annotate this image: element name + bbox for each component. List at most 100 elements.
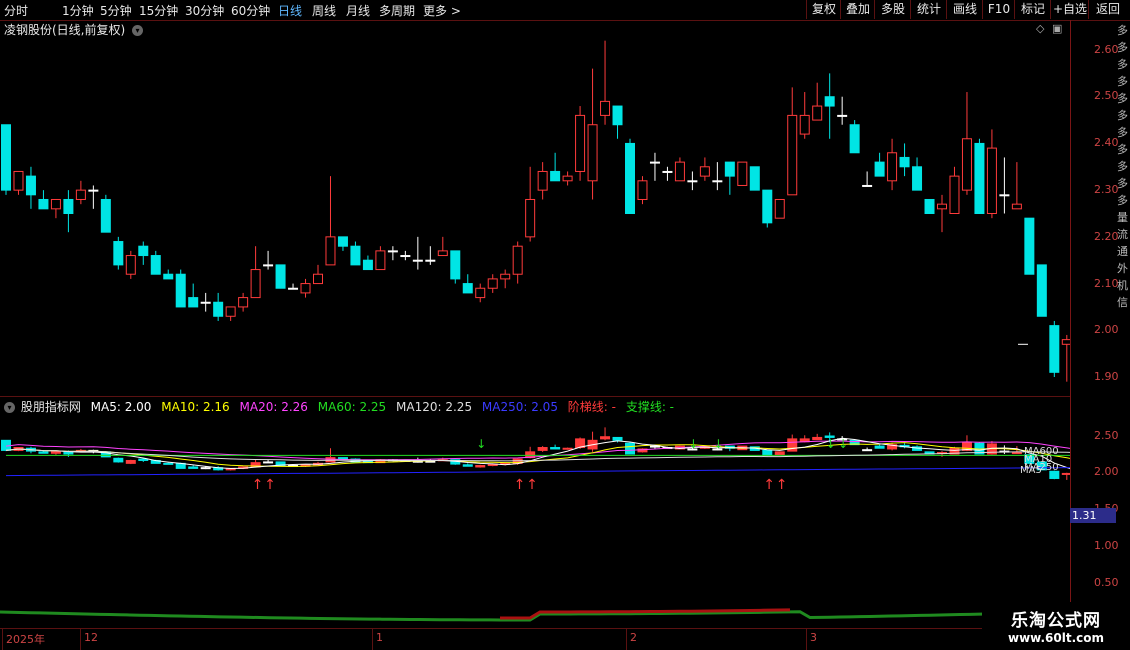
candle-body <box>899 156 910 168</box>
candle-body <box>537 170 548 191</box>
ma20-value: MA20: 2.26 <box>239 400 308 414</box>
mini-candle-body <box>1011 452 1022 455</box>
candle-body <box>712 180 723 183</box>
candle-body <box>325 236 336 266</box>
candle-body <box>362 259 373 271</box>
ma250-line <box>5 467 1070 477</box>
candle-body <box>1011 203 1022 210</box>
candle-body <box>375 250 386 271</box>
price-tick-label: 2.50 <box>1094 89 1119 102</box>
candle-body <box>150 255 161 275</box>
candle-body <box>337 236 348 247</box>
buy-signal-arrow: ↑ <box>514 477 526 493</box>
mini-candle-body <box>337 457 348 460</box>
mini-candle-body <box>812 436 823 441</box>
candle-body <box>687 180 698 183</box>
candle-body <box>487 278 498 289</box>
buy-signal-arrow: ↑ <box>526 477 538 493</box>
side-panel-text: 多多多多多多多多多多多量流通外机信 <box>1117 24 1128 309</box>
x-tick <box>806 628 807 650</box>
ladder-value: 阶梯线: - <box>567 400 616 414</box>
candle-body <box>812 105 823 121</box>
price-tick-label: 2.60 <box>1094 43 1119 56</box>
candle-body <box>437 250 448 257</box>
buy-signal-arrow: ↑ <box>252 477 264 493</box>
price-tick-label: 2.30 <box>1094 183 1119 196</box>
candle-body <box>625 142 635 214</box>
candle-body <box>674 161 685 182</box>
mini-candle-body <box>138 458 149 461</box>
mini-candle-body <box>462 464 473 467</box>
candle-body <box>600 100 611 116</box>
candle-body <box>937 203 947 210</box>
candle-body <box>263 264 274 267</box>
watermark-title: 乐淘公式网 <box>1011 611 1101 631</box>
candle-body <box>550 170 561 182</box>
candle-body <box>188 297 199 308</box>
candle-body <box>512 245 523 275</box>
x-tick-label: 12 <box>84 631 98 644</box>
candle-body <box>387 250 398 253</box>
price-tick-label: 2.10 <box>1094 277 1119 290</box>
watermark-url: www.60lt.com <box>1007 631 1105 645</box>
mini-candle-body <box>200 467 211 470</box>
candle-body <box>213 301 224 317</box>
candle-body <box>837 114 848 117</box>
candle-body <box>350 245 361 266</box>
mini-candle-body <box>612 436 623 441</box>
mini-candle-body <box>625 442 635 455</box>
sell-signal-arrow: ↓ <box>688 437 698 451</box>
candle-body <box>500 273 511 280</box>
candle-body <box>737 161 748 186</box>
candle-body <box>986 147 997 215</box>
x-tick-label: 3 <box>810 631 817 644</box>
mini-candle-body <box>562 447 573 450</box>
candle-body <box>88 189 99 192</box>
candle-body <box>774 198 785 219</box>
candle-body <box>250 269 261 299</box>
candle-body <box>238 297 249 308</box>
candle-body <box>1049 325 1060 373</box>
toolbar-button-8[interactable]: 返回 <box>1088 0 1127 19</box>
candle-body <box>63 198 74 215</box>
mini-candle-body <box>537 447 548 451</box>
mini-candle-body <box>762 449 773 456</box>
x-tick <box>80 628 81 650</box>
ma250-value: MA250: 2.05 <box>481 400 558 414</box>
mini-candle-body <box>425 460 436 463</box>
candle-body <box>912 166 923 191</box>
candle-body <box>662 170 673 173</box>
candle-body <box>649 161 660 164</box>
indicator-tick-label: 0.50 <box>1094 576 1119 589</box>
sell-signal-arrow: ↓ <box>713 437 723 451</box>
candle-body <box>887 152 898 182</box>
price-axis <box>1070 20 1071 650</box>
candle-body <box>450 250 461 280</box>
support-value: 支撑线: - <box>625 400 675 414</box>
mini-candle-body <box>874 445 885 449</box>
candle-body <box>462 283 473 294</box>
ma10-value: MA10: 2.16 <box>161 400 230 414</box>
mini-candle-body <box>862 449 873 452</box>
candle-body <box>25 175 36 196</box>
candle-body <box>275 264 286 289</box>
chevron-down-icon[interactable]: ▾ <box>4 402 15 413</box>
candle-body <box>587 124 598 182</box>
buy-signal-arrow: ↑ <box>776 477 788 493</box>
candle-body <box>300 283 311 294</box>
mini-candle-body <box>1061 472 1070 475</box>
candle-body <box>724 161 735 177</box>
candle-body <box>762 189 773 224</box>
sell-signal-arrow: ↓ <box>838 437 848 451</box>
candle-body <box>100 198 111 233</box>
candle-body <box>949 175 960 214</box>
ma5-line-label: MA5 <box>1020 465 1042 476</box>
x-tick-label: 1 <box>376 631 383 644</box>
candle-body <box>1061 339 1070 345</box>
candle-body <box>175 273 186 308</box>
ma60-value: MA60: 2.25 <box>317 400 387 414</box>
candle-body <box>525 198 536 238</box>
indicator-tick-label: 2.50 <box>1094 429 1119 442</box>
indicator-legend: ▾ 股朋指标网 MA5: 2.00 MA10: 2.16 MA20: 2.26 … <box>4 398 680 415</box>
candle-body <box>163 273 174 280</box>
